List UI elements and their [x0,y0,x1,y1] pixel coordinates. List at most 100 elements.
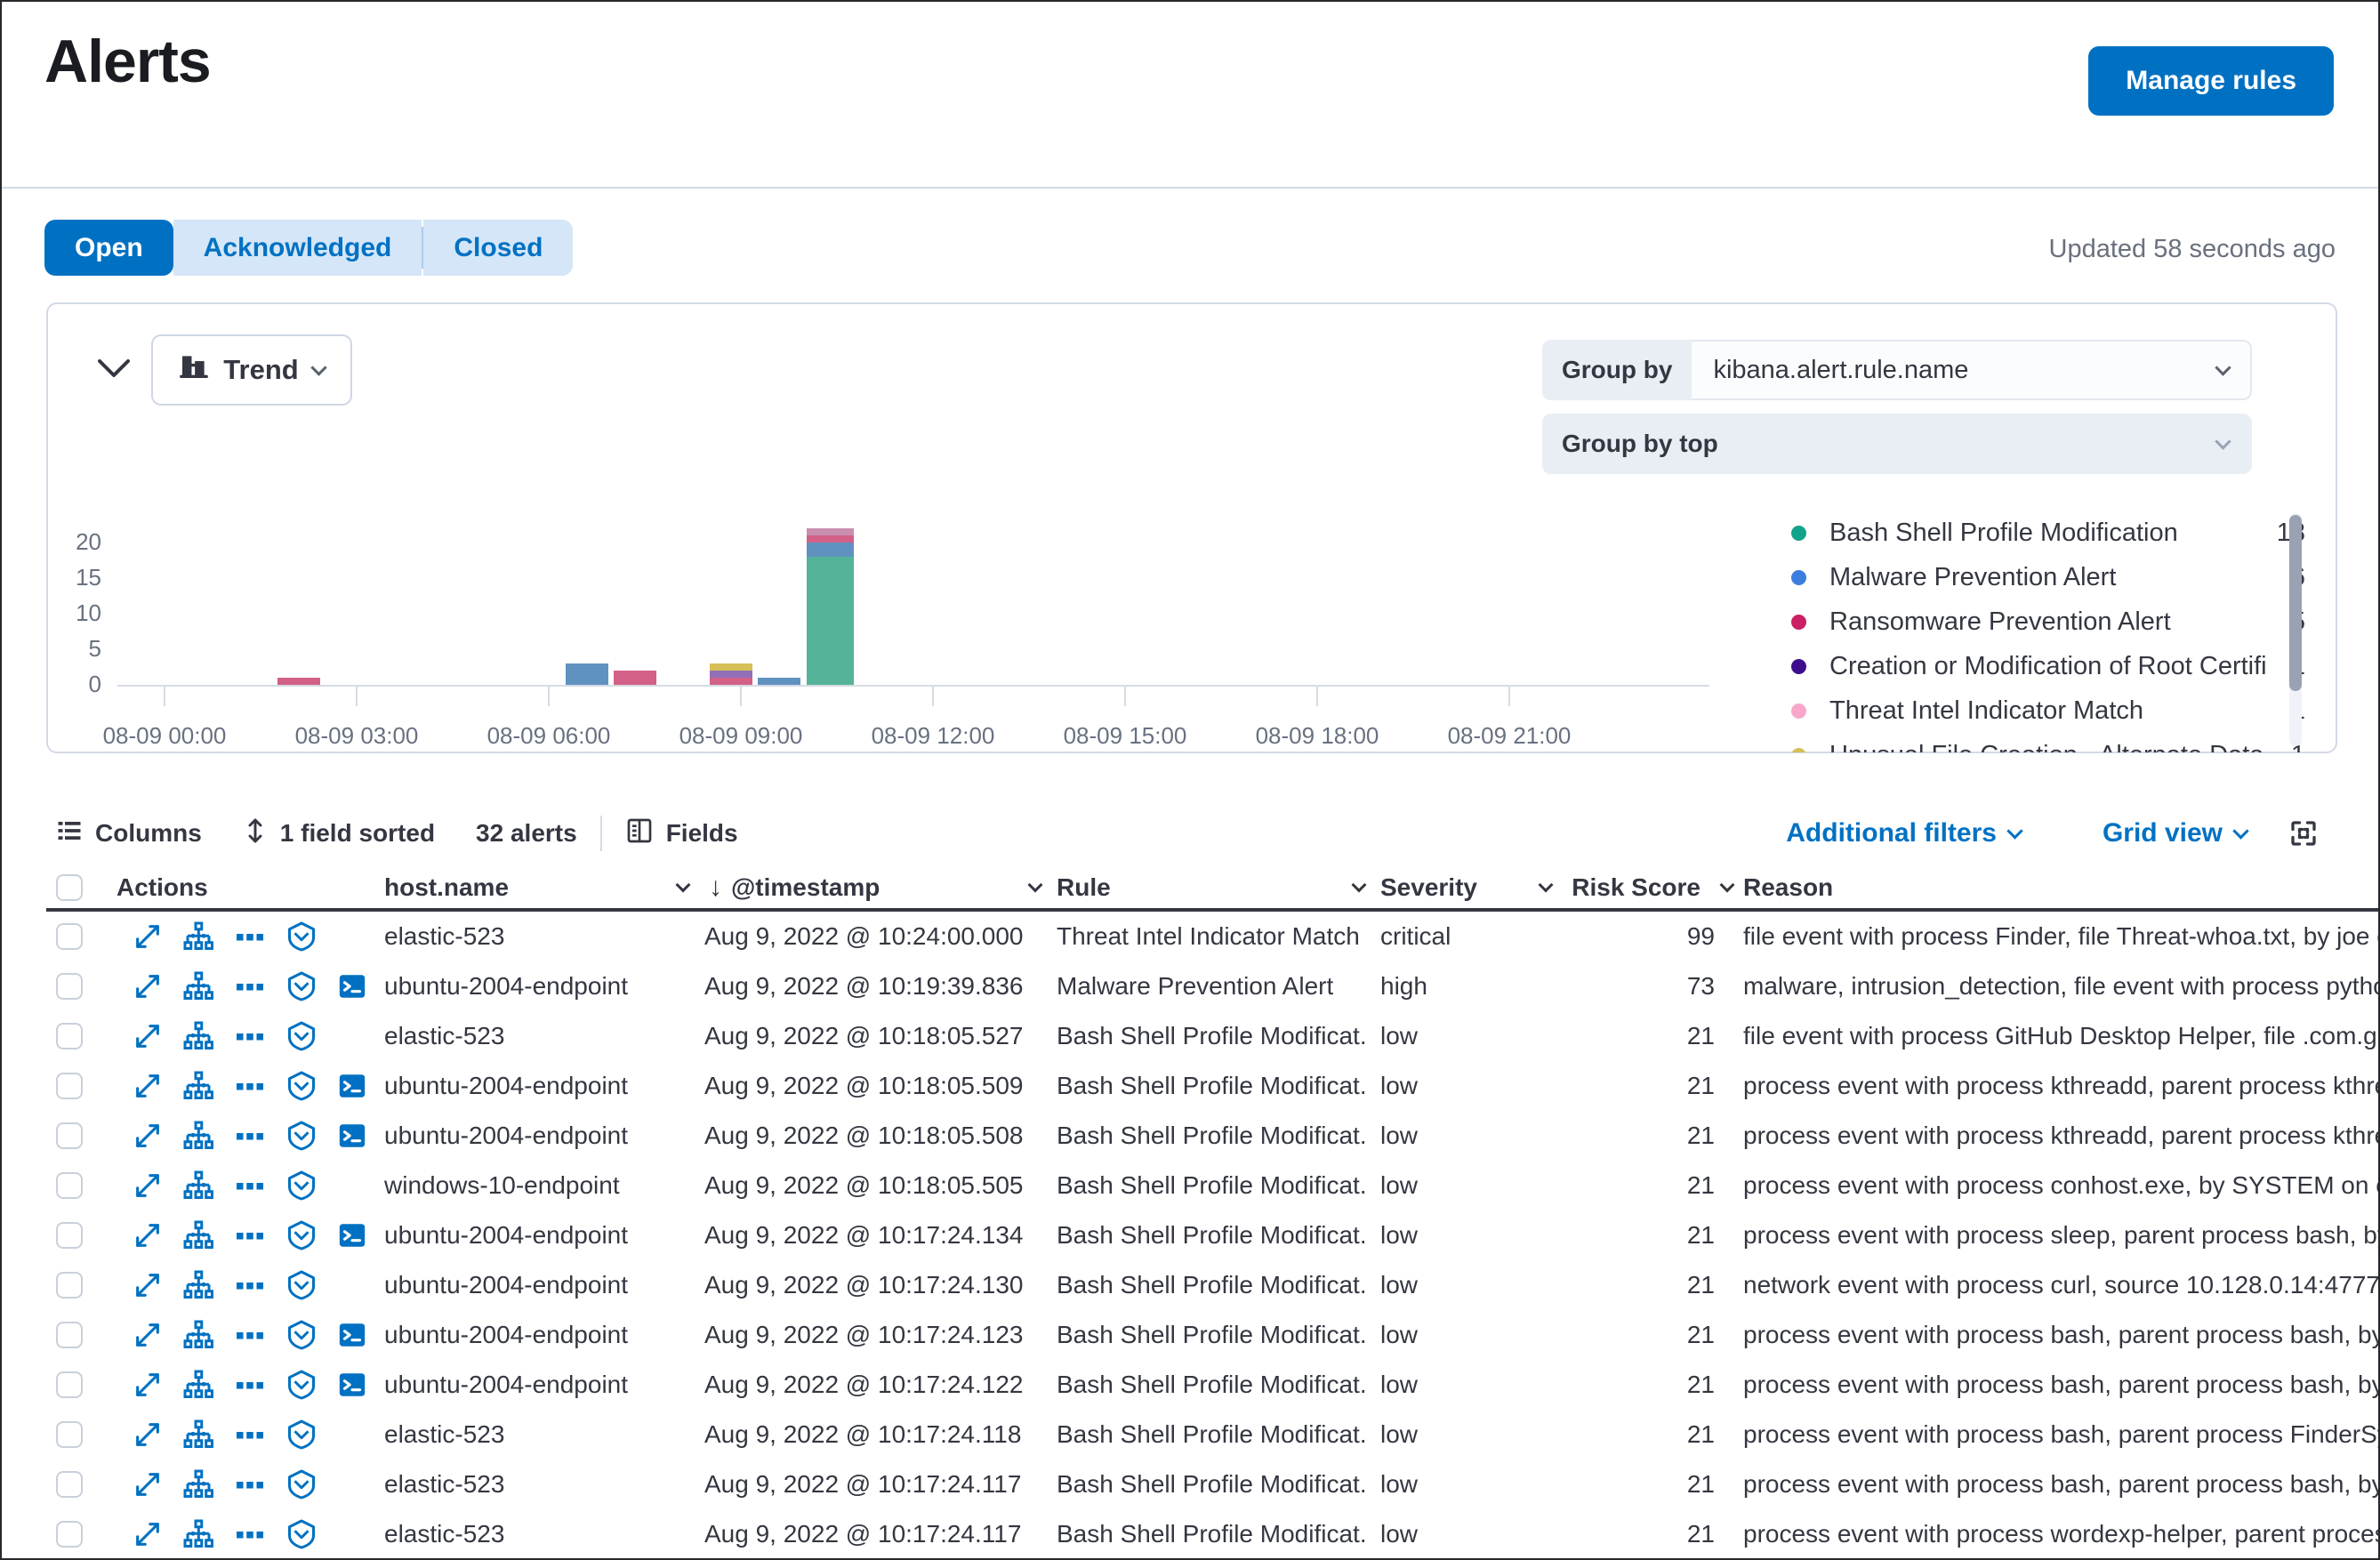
grid-view-button[interactable]: Grid view [2103,818,2247,848]
timeline-shield-icon[interactable] [285,1120,318,1152]
expand-alert-icon[interactable] [133,1220,163,1250]
sorted-fields-button[interactable]: 1 field sorted [243,816,435,851]
analyze-event-icon[interactable] [182,1518,214,1550]
analyze-event-icon[interactable] [182,970,214,1002]
legend-item[interactable]: Malware Prevention Alert 6 [1772,555,2305,599]
legend-item[interactable]: Ransomware Prevention Alert 5 [1772,599,2305,644]
expand-alert-icon[interactable] [133,971,163,1001]
analyze-event-icon[interactable] [182,1269,214,1301]
column-menu-chevron-icon[interactable] [1352,878,1367,893]
timestamp-header[interactable]: ↓ @timestamp [709,872,880,903]
expand-alert-icon[interactable] [133,1370,163,1400]
session-view-icon[interactable] [337,1370,367,1400]
chart-bar-segment[interactable] [710,678,752,685]
timeline-shield-icon[interactable] [285,1468,318,1500]
chart-bar-segment[interactable] [277,678,320,685]
chart-bar-segment[interactable] [807,543,854,557]
timeline-shield-icon[interactable] [285,1269,318,1301]
risk-score-header[interactable]: Risk Score [1572,873,1701,902]
analyze-event-icon[interactable] [182,921,214,953]
expand-alert-icon[interactable] [133,1320,163,1350]
expand-alert-icon[interactable] [133,1071,163,1101]
more-actions-icon[interactable] [234,1319,266,1351]
expand-alert-icon[interactable] [133,1519,163,1549]
row-checkbox[interactable] [56,923,83,950]
analyze-event-icon[interactable] [182,1219,214,1251]
hostname-header[interactable]: host.name [384,873,509,902]
row-checkbox[interactable] [56,1023,83,1049]
expand-alert-icon[interactable] [133,1121,163,1151]
timeline-shield-icon[interactable] [285,1518,318,1550]
timeline-shield-icon[interactable] [285,1070,318,1102]
group-by-top-field[interactable]: Group by top [1542,414,2252,474]
more-actions-icon[interactable] [234,1518,266,1550]
columns-button[interactable]: Columns [56,817,202,850]
timeline-shield-icon[interactable] [285,970,318,1002]
legend-scrollbar-thumb[interactable] [2289,515,2302,691]
row-checkbox[interactable] [56,1122,83,1149]
legend-item[interactable]: Unusual File Creation - Alternate Data S… [1772,733,2305,752]
more-actions-icon[interactable] [234,1219,266,1251]
more-actions-icon[interactable] [234,1120,266,1152]
chart-bar-segment[interactable] [566,663,608,685]
chart-bar-segment[interactable] [807,557,854,685]
column-menu-chevron-icon[interactable] [676,878,691,893]
expand-alert-icon[interactable] [133,1170,163,1201]
chart-bar-segment[interactable] [807,528,854,535]
analyze-event-icon[interactable] [182,1170,214,1202]
row-checkbox[interactable] [56,1421,83,1448]
expand-alert-icon[interactable] [133,1419,163,1450]
more-actions-icon[interactable] [234,1369,266,1401]
tab-acknowledged[interactable]: Acknowledged [173,220,422,276]
timeline-shield-icon[interactable] [285,1170,318,1202]
session-view-icon[interactable] [337,971,367,1001]
timeline-shield-icon[interactable] [285,1219,318,1251]
session-view-icon[interactable] [337,1121,367,1151]
analyze-event-icon[interactable] [182,1369,214,1401]
more-actions-icon[interactable] [234,1419,266,1451]
column-menu-chevron-icon[interactable] [1028,878,1043,893]
row-checkbox[interactable] [56,1371,83,1398]
tab-open[interactable]: Open [44,220,173,276]
rule-header[interactable]: Rule [1057,873,1111,902]
row-checkbox[interactable] [56,1172,83,1199]
analyze-event-icon[interactable] [182,1120,214,1152]
session-view-icon[interactable] [337,1320,367,1350]
more-actions-icon[interactable] [234,970,266,1002]
legend-item[interactable]: Threat Intel Indicator Match 1 [1772,688,2305,733]
more-actions-icon[interactable] [234,1020,266,1052]
severity-header[interactable]: Severity [1380,873,1477,902]
analyze-event-icon[interactable] [182,1419,214,1451]
row-checkbox[interactable] [56,1222,83,1249]
timeline-shield-icon[interactable] [285,921,318,953]
manage-rules-button[interactable]: Manage rules [2088,46,2334,116]
row-checkbox[interactable] [56,973,83,1000]
timeline-shield-icon[interactable] [285,1020,318,1052]
select-all-checkbox[interactable] [56,874,83,901]
legend-item[interactable]: Creation or Modification of Root Certifi… [1772,644,2305,688]
timeline-shield-icon[interactable] [285,1319,318,1351]
more-actions-icon[interactable] [234,1468,266,1500]
group-by-field[interactable]: Group by kibana.alert.rule.name [1542,340,2252,400]
additional-filters-button[interactable]: Additional filters [1786,818,2021,848]
expand-alert-icon[interactable] [133,1469,163,1500]
chart-bar-segment[interactable] [710,663,752,671]
chart-bar-segment[interactable] [807,535,854,543]
chart-bar-segment[interactable] [710,671,752,678]
analyze-event-icon[interactable] [182,1468,214,1500]
column-menu-chevron-icon[interactable] [1539,878,1554,893]
timeline-shield-icon[interactable] [285,1369,318,1401]
chart-type-select[interactable]: Trend [151,334,352,406]
analyze-event-icon[interactable] [182,1319,214,1351]
fullscreen-icon[interactable] [2288,817,2320,849]
row-checkbox[interactable] [56,1073,83,1099]
row-checkbox[interactable] [56,1322,83,1348]
row-checkbox[interactable] [56,1521,83,1548]
more-actions-icon[interactable] [234,921,266,953]
expand-alert-icon[interactable] [133,1270,163,1300]
session-view-icon[interactable] [337,1071,367,1101]
expand-alert-icon[interactable] [133,921,163,952]
more-actions-icon[interactable] [234,1070,266,1102]
collapse-panel-chevron-icon[interactable] [94,354,133,381]
chart-bar-segment[interactable] [758,678,800,685]
